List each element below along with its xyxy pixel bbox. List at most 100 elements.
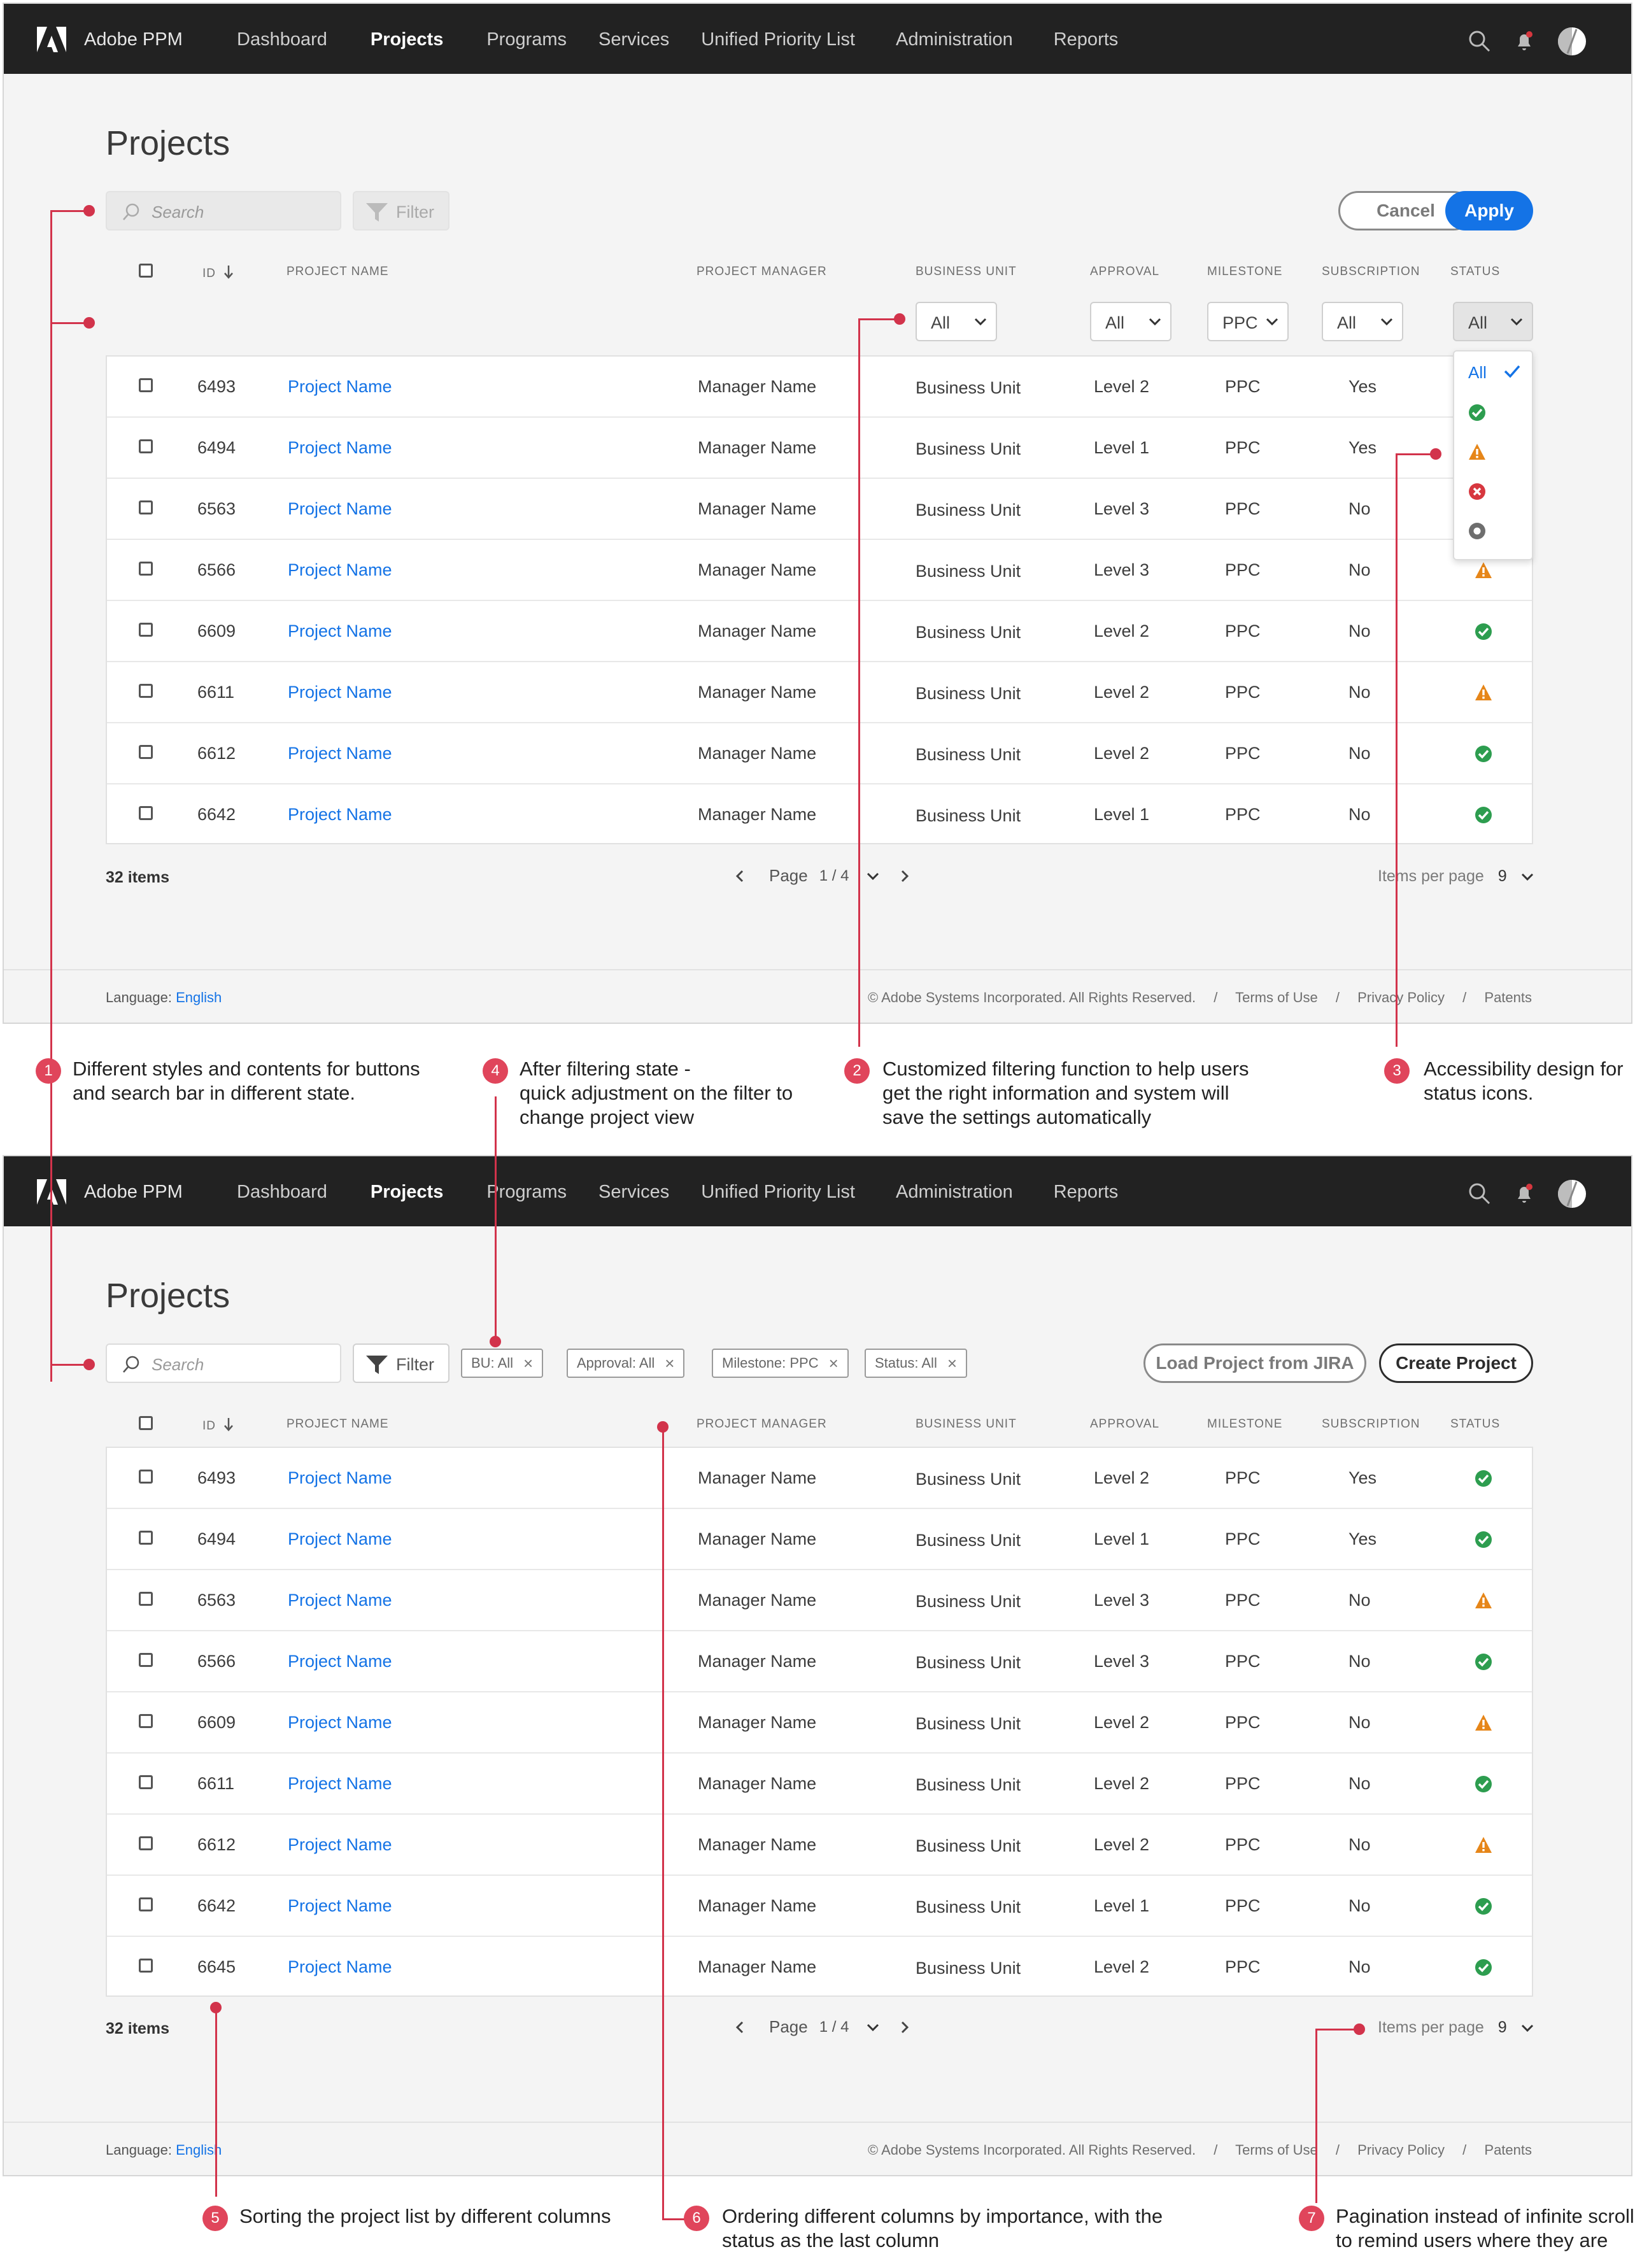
row-checkbox[interactable]: [139, 378, 153, 392]
table-row[interactable]: 6609 Project Name Manager Name Business Uni…: [107, 1692, 1532, 1754]
table-row[interactable]: 6494 Project Name Manager Name Business Uni…: [107, 1509, 1532, 1570]
row-checkbox[interactable]: [139, 1775, 153, 1789]
search-icon[interactable]: [1468, 1182, 1491, 1205]
column-header-milestone[interactable]: MILESTONE: [1207, 1417, 1282, 1431]
nav-item-programs[interactable]: Programs: [486, 1182, 567, 1203]
column-header-manager[interactable]: PROJECT MANAGER: [697, 265, 827, 279]
column-header-manager[interactable]: PROJECT MANAGER: [697, 1417, 827, 1431]
chevron-down-icon[interactable]: [1521, 2023, 1534, 2032]
items-per-page-value[interactable]: 9: [1498, 867, 1507, 886]
column-header-status[interactable]: STATUS: [1450, 1417, 1500, 1431]
sort-arrow-icon[interactable]: [223, 265, 234, 279]
cell-name[interactable]: Project Name: [288, 438, 392, 458]
cell-name[interactable]: Project Name: [288, 499, 392, 519]
chevron-down-icon[interactable]: [1521, 872, 1534, 881]
nav-item-programs[interactable]: Programs: [486, 29, 567, 50]
patents-link[interactable]: Patents: [1484, 2142, 1532, 2158]
chevron-right-icon[interactable]: [900, 2020, 910, 2034]
cell-name[interactable]: Project Name: [288, 1591, 392, 1610]
nav-item-dashboard[interactable]: Dashboard: [237, 1182, 327, 1203]
table-row[interactable]: 6609 Project Name Manager Name Business Uni…: [107, 601, 1532, 662]
column-header-milestone[interactable]: MILESTONE: [1207, 265, 1282, 279]
search-input[interactable]: Search: [106, 1343, 341, 1383]
privacy-link[interactable]: Privacy Policy: [1357, 989, 1445, 1005]
row-checkbox[interactable]: [139, 684, 153, 698]
cell-name[interactable]: Project Name: [288, 1652, 392, 1671]
patents-link[interactable]: Patents: [1484, 989, 1532, 1005]
column-header-name[interactable]: PROJECT NAME: [287, 1417, 389, 1431]
row-checkbox[interactable]: [139, 1531, 153, 1545]
table-row[interactable]: 6611 Project Name Manager Name Business Uni…: [107, 662, 1532, 723]
table-row[interactable]: 6493 Project Name Manager Name Business Uni…: [107, 1448, 1532, 1509]
cell-name[interactable]: Project Name: [288, 1774, 392, 1794]
subscription-filter-select[interactable]: All: [1322, 302, 1403, 341]
column-header-subscription[interactable]: SUBSCRIPTION: [1322, 1417, 1420, 1431]
filter-chip-approval[interactable]: Approval: All ×: [567, 1349, 685, 1378]
bell-icon[interactable]: [1513, 1182, 1536, 1205]
nav-item-administration[interactable]: Administration: [896, 29, 1013, 50]
status-option-success[interactable]: [1468, 404, 1486, 425]
nav-item-administration[interactable]: Administration: [896, 1182, 1013, 1203]
avatar[interactable]: [1557, 1179, 1587, 1208]
search-input[interactable]: Search: [106, 191, 341, 230]
cell-name[interactable]: Project Name: [288, 377, 392, 397]
filter-button[interactable]: Filter: [353, 1343, 449, 1383]
create-project-button[interactable]: Create Project: [1379, 1343, 1533, 1383]
column-header-bu[interactable]: BUSINESS UNIT: [916, 265, 1017, 279]
column-header-approval[interactable]: APPROVAL: [1090, 265, 1159, 279]
table-row[interactable]: 6563 Project Name Manager Name Business Uni…: [107, 479, 1532, 540]
chevron-down-icon[interactable]: [867, 2023, 879, 2032]
column-header-status[interactable]: STATUS: [1450, 265, 1500, 279]
table-row[interactable]: 6642 Project Name Manager Name Business Uni…: [107, 784, 1532, 846]
status-filter-select[interactable]: All: [1453, 302, 1533, 341]
cell-name[interactable]: Project Name: [288, 683, 392, 702]
status-option-all[interactable]: All: [1468, 363, 1487, 383]
column-header-bu[interactable]: BUSINESS UNIT: [916, 1417, 1017, 1431]
cell-name[interactable]: Project Name: [288, 560, 392, 580]
apply-button[interactable]: Apply: [1445, 191, 1533, 230]
row-checkbox[interactable]: [139, 439, 153, 453]
row-checkbox[interactable]: [139, 745, 153, 759]
row-checkbox[interactable]: [139, 500, 153, 514]
close-icon[interactable]: ×: [947, 1354, 957, 1373]
table-row[interactable]: 6493 Project Name Manager Name Business Uni…: [107, 357, 1532, 418]
filter-chip-status[interactable]: Status: All ×: [865, 1349, 968, 1378]
table-row[interactable]: 6566 Project Name Manager Name Business Uni…: [107, 1631, 1532, 1692]
close-icon[interactable]: ×: [523, 1354, 533, 1373]
cell-name[interactable]: Project Name: [288, 1835, 392, 1855]
chevron-right-icon[interactable]: [900, 869, 910, 883]
cell-name[interactable]: Project Name: [288, 1529, 392, 1549]
bu-filter-select[interactable]: All: [916, 302, 997, 341]
load-jira-button[interactable]: Load Project from JIRA: [1143, 1343, 1366, 1383]
cell-name[interactable]: Project Name: [288, 1468, 392, 1488]
nav-item-reports[interactable]: Reports: [1054, 29, 1119, 50]
filter-chip-milestone[interactable]: Milestone: PPC ×: [712, 1349, 849, 1378]
row-checkbox[interactable]: [139, 1714, 153, 1728]
page-value[interactable]: 1 / 4: [819, 867, 849, 885]
row-checkbox[interactable]: [139, 1836, 153, 1850]
filter-chip-bu[interactable]: BU: All ×: [461, 1349, 544, 1378]
nav-item-dashboard[interactable]: Dashboard: [237, 29, 327, 50]
select-all-checkbox[interactable]: [139, 1416, 153, 1430]
sort-arrow-icon[interactable]: [223, 1417, 234, 1431]
column-header-name[interactable]: PROJECT NAME: [287, 265, 389, 279]
milestone-filter-select[interactable]: PPC: [1207, 302, 1289, 341]
column-header-approval[interactable]: APPROVAL: [1090, 1417, 1159, 1431]
row-checkbox[interactable]: [139, 1470, 153, 1484]
cell-name[interactable]: Project Name: [288, 1896, 392, 1916]
table-row[interactable]: 6563 Project Name Manager Name Business Uni…: [107, 1570, 1532, 1631]
select-all-checkbox[interactable]: [139, 264, 153, 278]
cell-name[interactable]: Project Name: [288, 1957, 392, 1977]
table-row[interactable]: 6494 Project Name Manager Name Business Uni…: [107, 418, 1532, 479]
nav-item-projects[interactable]: Projects: [371, 29, 443, 50]
terms-link[interactable]: Terms of Use: [1235, 989, 1318, 1005]
cell-name[interactable]: Project Name: [288, 1713, 392, 1733]
filter-button[interactable]: Filter: [353, 191, 449, 230]
close-icon[interactable]: ×: [829, 1354, 839, 1373]
nav-item-services[interactable]: Services: [598, 29, 669, 50]
search-icon[interactable]: [1468, 30, 1491, 53]
terms-link[interactable]: Terms of Use: [1235, 2142, 1318, 2158]
chevron-down-icon[interactable]: [867, 872, 879, 881]
privacy-link[interactable]: Privacy Policy: [1357, 2142, 1445, 2158]
status-option-warning[interactable]: [1468, 443, 1486, 464]
